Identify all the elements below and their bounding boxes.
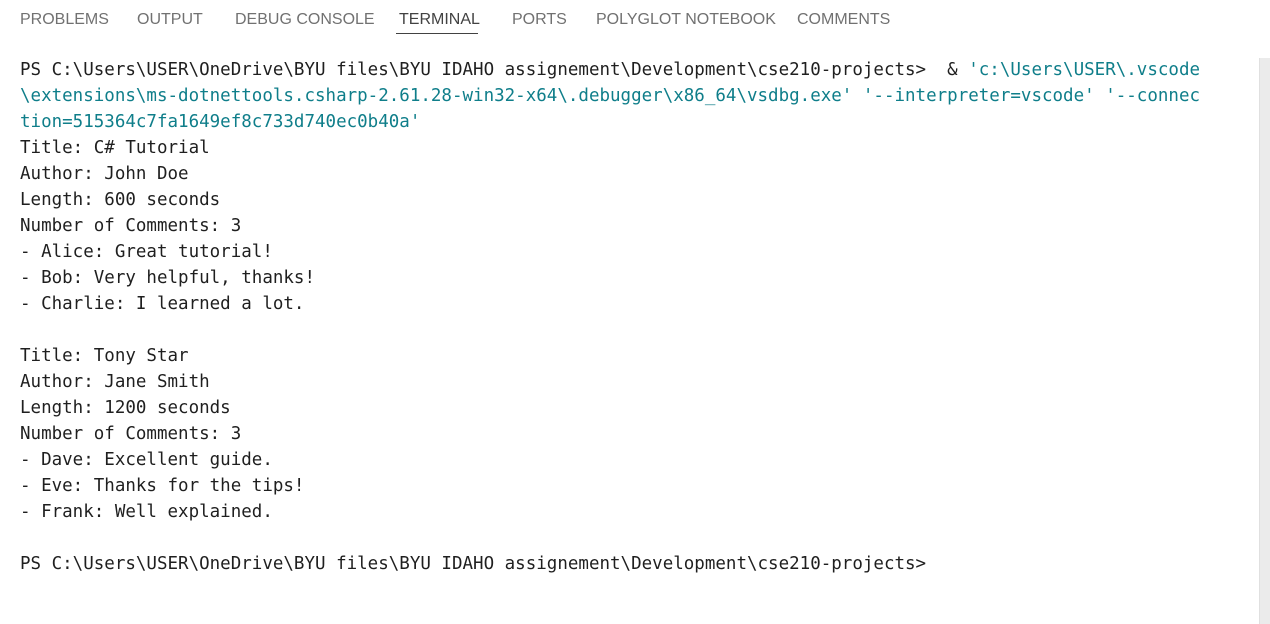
output-line: - Bob: Very helpful, thanks! [20,268,316,288]
output-line: Title: Tony Star [20,346,189,366]
output-line: Length: 1200 seconds [20,398,231,418]
panel-tab-bar: PROBLEMS OUTPUT DEBUG CONSOLE TERMINAL P… [0,0,1270,38]
terminal-command-line-3: tion=515364c7fa1649ef8c733d740ec0b40a' [20,112,421,132]
terminal-panel: PROBLEMS OUTPUT DEBUG CONSOLE TERMINAL P… [0,0,1270,624]
terminal-output[interactable]: PS C:\Users\USER\OneDrive\BYU files\BYU … [20,57,1255,577]
output-line: - Charlie: I learned a lot. [20,294,305,314]
tab-terminal[interactable]: TERMINAL [399,11,480,29]
output-line: Number of Comments: 3 [20,424,242,444]
active-tab-indicator [396,33,478,34]
command-text: 'c:\Users\USER\.vscode [968,60,1201,80]
terminal-command-line-2: \extensions\ms-dotnettools.csharp-2.61.2… [20,86,1201,106]
output-line: - Alice: Great tutorial! [20,242,273,262]
prompt-text: PS C:\Users\USER\OneDrive\BYU files\BYU … [20,60,969,80]
output-line: Number of Comments: 3 [20,216,242,236]
output-line: Length: 600 seconds [20,190,221,210]
output-line: Author: Jane Smith [20,372,210,392]
output-line: - Dave: Excellent guide. [20,450,273,470]
output-line: Author: John Doe [20,164,189,184]
final-prompt: PS C:\Users\USER\OneDrive\BYU files\BYU … [20,554,927,574]
tab-comments[interactable]: COMMENTS [797,11,890,29]
output-line: - Frank: Well explained. [20,502,273,522]
tab-problems[interactable]: PROBLEMS [20,11,109,29]
tab-output[interactable]: OUTPUT [137,11,203,29]
output-line: Title: C# Tutorial [20,138,210,158]
terminal-command-line-1: PS C:\Users\USER\OneDrive\BYU files\BYU … [20,57,1255,83]
tab-polyglot-notebook[interactable]: POLYGLOT NOTEBOOK [596,11,776,29]
output-line: - Eve: Thanks for the tips! [20,476,305,496]
tab-ports[interactable]: PORTS [512,11,567,29]
scrollbar-thumb[interactable] [1259,58,1270,624]
tab-debug-console[interactable]: DEBUG CONSOLE [235,11,375,29]
